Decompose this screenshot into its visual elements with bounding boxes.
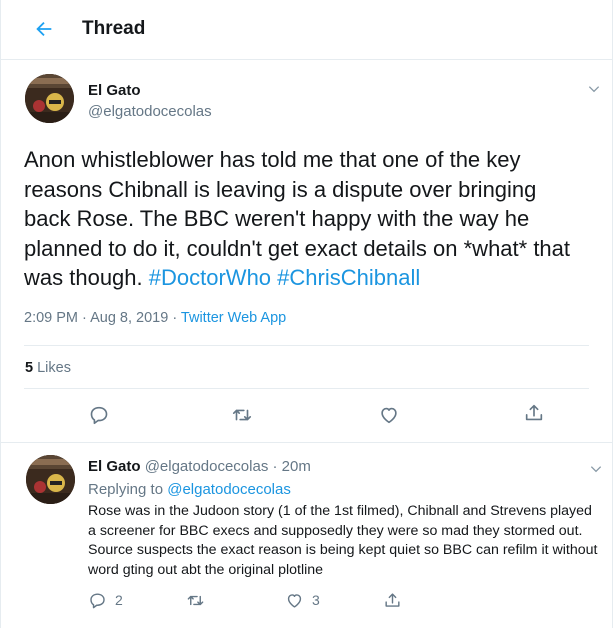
share-action[interactable] xyxy=(383,590,410,610)
author-handle[interactable]: @elgatodocecolas xyxy=(88,103,212,120)
reply-icon[interactable] xyxy=(88,404,110,426)
replying-to: Replying to @elgatodocecolas xyxy=(88,481,291,498)
like-count-value: 5 xyxy=(25,360,34,376)
reply-icon xyxy=(90,592,105,608)
divider xyxy=(24,388,589,389)
retweet-icon[interactable] xyxy=(231,404,253,426)
retweet-icon xyxy=(187,595,204,605)
share-icon xyxy=(385,592,400,607)
mention-link[interactable]: @elgatodocecolas xyxy=(167,481,291,498)
author-name[interactable]: El Gato xyxy=(88,458,141,475)
chevron-down-icon[interactable] xyxy=(589,462,603,476)
tweet-meta: 2:09 PM · Aug 8, 2019 · Twitter Web App xyxy=(24,310,286,326)
heart-icon[interactable] xyxy=(378,404,400,426)
reply-text: Rose was in the Judoon story (1 of the 1… xyxy=(88,503,598,578)
likes-count[interactable]: 5 Likes xyxy=(25,360,71,376)
avatar[interactable] xyxy=(26,455,75,504)
retweet-action[interactable] xyxy=(186,590,213,610)
like-count: 3 xyxy=(312,592,320,608)
hashtag-link[interactable]: #DoctorWho xyxy=(149,265,271,290)
reply-count: 2 xyxy=(115,592,123,608)
hashtag-link[interactable]: #ChrisChibnall xyxy=(277,265,420,290)
chevron-down-icon[interactable] xyxy=(587,82,601,96)
author-name[interactable]: El Gato xyxy=(88,82,141,99)
divider xyxy=(0,442,613,443)
likes-label: Likes xyxy=(37,360,71,376)
reply-header: El Gato @elgatodocecolas · 20m xyxy=(88,458,311,475)
share-icon[interactable] xyxy=(523,402,545,424)
reply-action[interactable]: 2 xyxy=(88,590,123,610)
thread-header: Thread xyxy=(0,0,613,60)
author-handle-time[interactable]: @elgatodocecolas · 20m xyxy=(145,458,311,475)
replying-prefix: Replying to xyxy=(88,481,168,498)
avatar[interactable] xyxy=(25,74,74,123)
source-link[interactable]: Twitter Web App xyxy=(181,310,286,326)
arrow-left-icon[interactable] xyxy=(33,18,55,40)
timestamp[interactable]: 2:09 PM · Aug 8, 2019 · xyxy=(24,310,181,326)
divider xyxy=(24,345,589,346)
heart-icon xyxy=(287,593,302,608)
tweet-text: Anon whistleblower has told me that one … xyxy=(24,145,584,293)
like-action[interactable]: 3 xyxy=(285,590,320,610)
page-title: Thread xyxy=(82,18,146,39)
